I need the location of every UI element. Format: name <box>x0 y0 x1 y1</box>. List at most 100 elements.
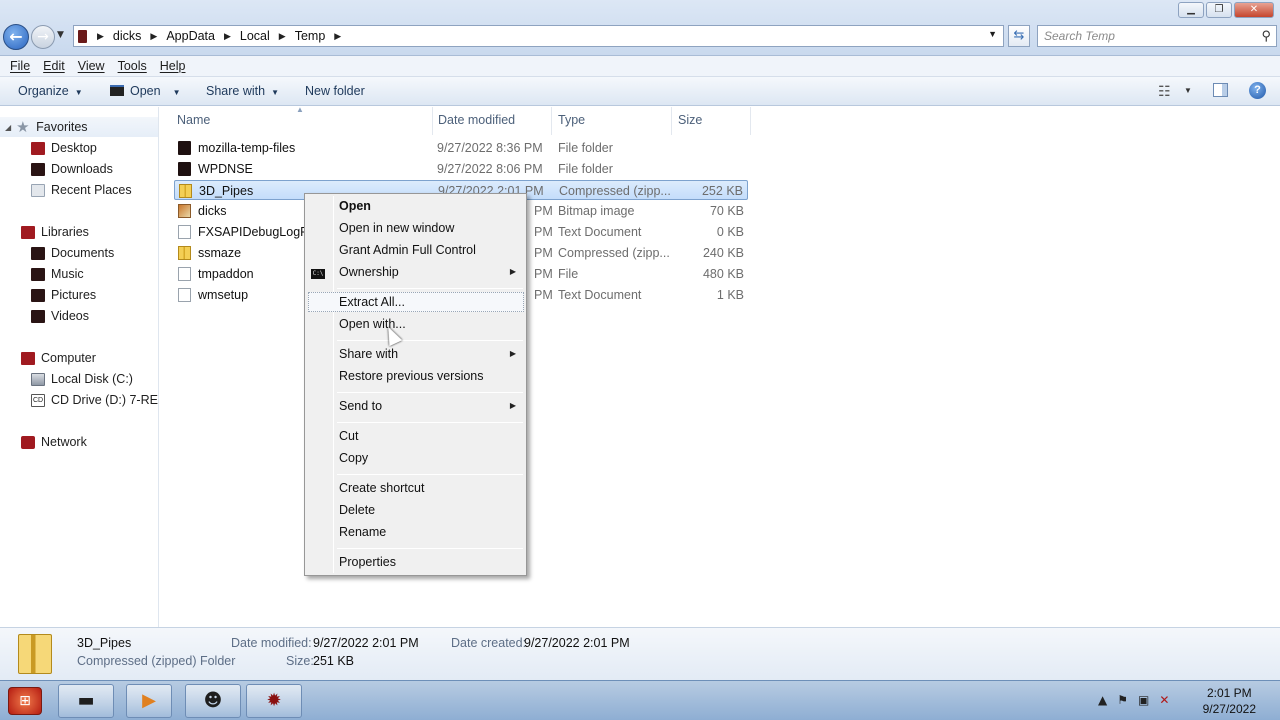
volume-muted-icon[interactable]: ✕ <box>1159 693 1169 707</box>
maximize-button[interactable]: ❐ <box>1206 2 1232 18</box>
nav-item-local-disk[interactable]: Local Disk (C:) <box>31 370 133 388</box>
menu-item-open[interactable]: Open <box>339 199 371 213</box>
menu-help[interactable]: Help <box>160 56 186 76</box>
share-with-button[interactable]: Share with ▼ <box>206 84 279 98</box>
show-hidden-icons-icon[interactable]: ▲ <box>1098 693 1107 707</box>
preview-pane-icon[interactable] <box>1213 83 1228 97</box>
menu-edit[interactable]: Edit <box>43 56 65 76</box>
menu-separator <box>337 392 523 393</box>
column-divider[interactable] <box>671 107 672 135</box>
menu-item-send-to[interactable]: Send to <box>339 399 382 413</box>
nav-item-recent-places[interactable]: Recent Places <box>31 181 132 199</box>
nav-libraries-label: Libraries <box>41 225 89 239</box>
chevron-right-icon[interactable]: ▶ <box>334 31 341 42</box>
chevron-right-icon[interactable]: ▶ <box>97 31 104 42</box>
clock[interactable]: 2:01 PM 9/27/2022 <box>1203 685 1256 717</box>
chevron-down-icon: ▼ <box>271 88 279 97</box>
chevron-down-icon: ▼ <box>172 88 181 97</box>
nav-item-cd-drive[interactable]: CD CD Drive (D:) 7-RED- <box>31 391 158 409</box>
address-dropdown-icon[interactable]: ▼ <box>988 29 997 39</box>
collapse-arrow-icon[interactable]: ◢ <box>5 123 11 132</box>
chevron-right-icon[interactable]: ▶ <box>150 31 157 42</box>
chevron-down-icon[interactable]: ▼ <box>1184 86 1192 95</box>
column-divider[interactable] <box>750 107 751 135</box>
chevron-right-icon[interactable]: ▶ <box>224 31 231 42</box>
file-size: 1 KB <box>716 288 744 302</box>
folder-icon <box>31 246 45 260</box>
file-type: Text Document <box>558 288 642 302</box>
file-type: Text Document <box>558 225 642 239</box>
file-row[interactable]: WPDNSE 9/27/2022 8:06 PM File folder <box>174 159 748 179</box>
taskbar-media-player[interactable]: ▶ <box>126 684 172 718</box>
action-center-flag-icon[interactable]: ⚑ <box>1117 693 1128 707</box>
taskbar-command-prompt[interactable]: ▬ <box>58 684 114 718</box>
breadcrumb-appdata[interactable]: AppData <box>166 29 215 43</box>
back-button[interactable]: ← <box>3 24 29 50</box>
breadcrumb-dicks[interactable]: dicks <box>113 29 141 43</box>
clock-date: 9/27/2022 <box>1202 702 1256 716</box>
chevron-right-icon[interactable]: ▶ <box>279 31 286 42</box>
menu-item-grant-admin[interactable]: Grant Admin Full Control <box>339 243 476 257</box>
breadcrumb-local[interactable]: Local <box>240 29 270 43</box>
column-header-type[interactable]: Type <box>558 113 585 133</box>
file-row[interactable]: mozilla-temp-files 9/27/2022 8:36 PM Fil… <box>174 138 748 158</box>
menu-item-copy[interactable]: Copy <box>339 451 368 465</box>
nav-favorites[interactable]: ◢ ★ Favorites <box>5 118 88 136</box>
forward-button[interactable]: → <box>31 25 55 49</box>
menu-item-rename[interactable]: Rename <box>339 525 386 539</box>
column-header-name[interactable]: Name <box>177 113 210 133</box>
help-icon[interactable]: ? <box>1249 82 1266 99</box>
file-name: tmpaddon <box>198 267 254 281</box>
taskbar-raccoon-app[interactable]: ☻ <box>185 684 241 718</box>
refresh-button[interactable]: ⇆ <box>1008 25 1030 47</box>
menu-item-restore-previous[interactable]: Restore previous versions <box>339 369 484 383</box>
column-divider[interactable] <box>432 107 433 135</box>
new-folder-button[interactable]: New folder <box>305 84 365 98</box>
menu-view[interactable]: View <box>78 56 105 76</box>
recent-pages-dropdown[interactable]: ▼ <box>57 30 64 40</box>
nav-item-pictures[interactable]: Pictures <box>31 286 96 304</box>
search-input[interactable]: Search Temp ⚲ <box>1037 25 1277 47</box>
nav-network[interactable]: Network <box>21 433 87 451</box>
size-value: 251 KB <box>313 654 355 668</box>
column-header-size[interactable]: Size <box>678 113 702 133</box>
search-icon[interactable]: ⚲ <box>1261 28 1271 44</box>
computer-icon <box>21 351 35 365</box>
column-header-date[interactable]: Date modified <box>438 113 515 133</box>
file-date: PM <box>534 246 553 260</box>
menu-tools[interactable]: Tools <box>118 56 147 76</box>
menu-gutter <box>333 196 334 573</box>
folder-root-icon[interactable] <box>78 29 87 43</box>
taskbar-gear-app[interactable]: ✹ <box>246 684 302 718</box>
open-button[interactable]: Open ▼ <box>110 84 181 98</box>
nav-computer[interactable]: Computer <box>21 349 96 367</box>
nav-libraries[interactable]: Libraries <box>21 223 89 241</box>
nav-item-videos[interactable]: Videos <box>31 307 89 325</box>
address-bar[interactable]: ▶ dicks ▶ AppData ▶ Local ▶ Temp ▶ ▼ <box>73 25 1004 47</box>
start-button[interactable]: ⊞ <box>8 687 42 715</box>
nav-item-documents[interactable]: Documents <box>31 244 114 262</box>
menu-item-extract-all[interactable]: Extract All... <box>339 295 405 309</box>
menu-item-share-with[interactable]: Share with <box>339 347 398 361</box>
nav-item-music[interactable]: Music <box>31 265 84 283</box>
cd-drive-icon: CD <box>31 393 45 407</box>
menu-item-delete[interactable]: Delete <box>339 503 375 517</box>
minimize-button[interactable]: ▁ <box>1178 2 1204 18</box>
details-name: 3D_Pipes <box>77 636 132 650</box>
menu-file[interactable]: File <box>10 56 30 76</box>
menu-item-cut[interactable]: Cut <box>339 429 358 443</box>
network-tray-icon[interactable]: ▣ <box>1138 693 1149 707</box>
close-button[interactable]: ✕ <box>1234 2 1274 18</box>
menu-item-properties[interactable]: Properties <box>339 555 396 569</box>
breadcrumb-temp[interactable]: Temp <box>295 29 326 43</box>
column-divider[interactable] <box>551 107 552 135</box>
menu-item-create-shortcut[interactable]: Create shortcut <box>339 481 424 495</box>
menu-bar: File Edit View Tools Help <box>0 56 1280 77</box>
view-options-icon[interactable]: ☷ <box>1158 83 1171 100</box>
organize-button[interactable]: Organize ▼ <box>18 84 83 98</box>
nav-item-downloads[interactable]: Downloads <box>31 160 113 178</box>
menu-item-ownership[interactable]: Ownership <box>339 265 399 279</box>
file-type: File <box>558 267 579 281</box>
menu-item-open-new-window[interactable]: Open in new window <box>339 221 454 235</box>
nav-item-desktop[interactable]: Desktop <box>31 139 97 157</box>
